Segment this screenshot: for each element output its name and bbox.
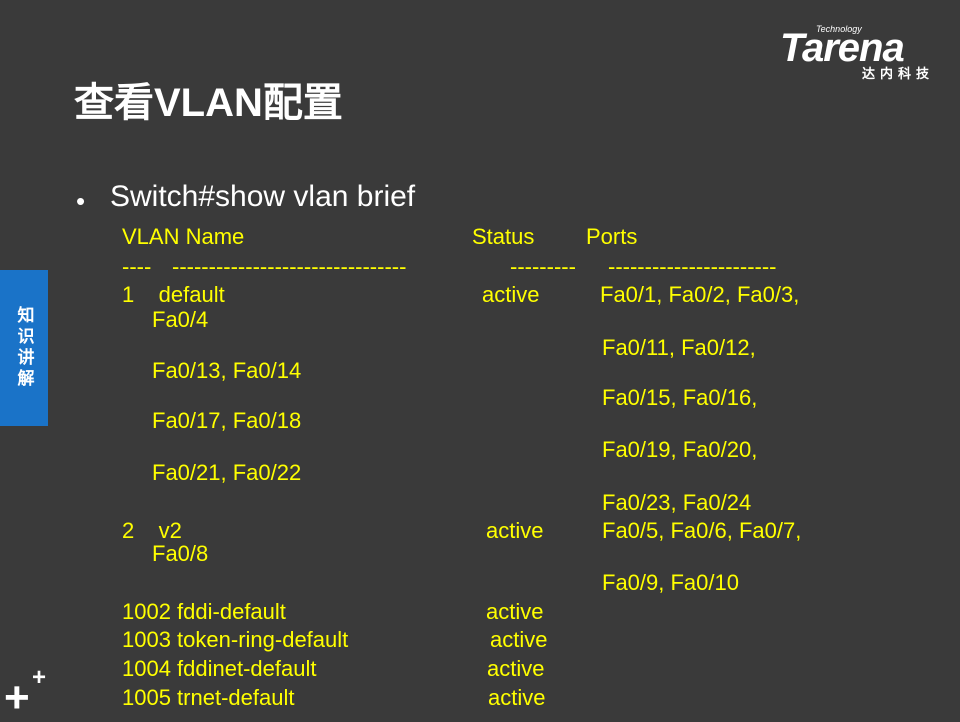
vlan-row-status: active bbox=[486, 518, 544, 543]
vlan-row-ports: Fa0/5, Fa0/6, Fa0/7, bbox=[602, 518, 802, 543]
vlan-row-ports: Fa0/15, Fa0/16, bbox=[602, 385, 758, 410]
side-tab: 知识讲解 bbox=[0, 270, 48, 426]
vlan-row-ports: Fa0/19, Fa0/20, bbox=[602, 437, 758, 462]
header-status: Status bbox=[472, 224, 535, 249]
plus-icon: + bbox=[4, 673, 30, 722]
vlan-row-id-name: 1004 fddinet-default bbox=[122, 656, 317, 681]
vlan-row-ports: Fa0/23, Fa0/24 bbox=[602, 490, 752, 515]
plus-small-icon: + bbox=[32, 664, 47, 691]
vlan-row-ports: Fa0/11, Fa0/12, bbox=[602, 335, 756, 360]
vlan-row-id-name: 1005 trnet-default bbox=[122, 685, 295, 710]
vlan-row-ports-wrap: Fa0/13, Fa0/14 bbox=[152, 358, 302, 383]
side-tab-label: 知识讲解 bbox=[14, 306, 34, 390]
separator-ports: ----------------------- bbox=[608, 254, 777, 279]
vlan-row-ports-wrap: Fa0/4 bbox=[152, 307, 209, 332]
separator-status: --------- bbox=[510, 254, 576, 279]
vlan-row-ports-wrap: Fa0/17, Fa0/18 bbox=[152, 408, 302, 433]
vlan-row-ports-wrap: Fa0/21, Fa0/22 bbox=[152, 460, 302, 485]
vlan-row-ports-wrap: Fa0/8 bbox=[152, 541, 209, 566]
vlan-row-status: active bbox=[482, 282, 540, 307]
separator-name: -------------------------------- bbox=[172, 254, 407, 279]
vlan-row-status: active bbox=[486, 599, 544, 624]
header-vlan-name: VLAN Name bbox=[122, 224, 245, 249]
slide-title: 查看VLAN配置 bbox=[74, 81, 343, 125]
vlan-row-id-name: 1 default bbox=[122, 282, 225, 307]
vlan-row-status: active bbox=[488, 685, 546, 710]
vlan-row-id-name: 1002 fddi-default bbox=[122, 599, 286, 624]
vlan-row-id-name: 1003 token-ring-default bbox=[122, 627, 349, 652]
separator-id: ---- bbox=[122, 254, 152, 279]
logo-chinese-text: 达内科技 bbox=[862, 66, 935, 81]
header-ports: Ports bbox=[586, 224, 638, 249]
vlan-row-ports: Fa0/9, Fa0/10 bbox=[602, 570, 739, 595]
vlan-row-status: active bbox=[487, 656, 545, 681]
vlan-row-status: active bbox=[490, 627, 548, 652]
vlan-row-id-name: 2 v2 bbox=[122, 518, 182, 543]
bullet-dot: • bbox=[76, 186, 86, 216]
vlan-row-ports: Fa0/1, Fa0/2, Fa0/3, bbox=[600, 282, 800, 307]
bullet-command: Switch#show vlan brief bbox=[110, 180, 416, 213]
